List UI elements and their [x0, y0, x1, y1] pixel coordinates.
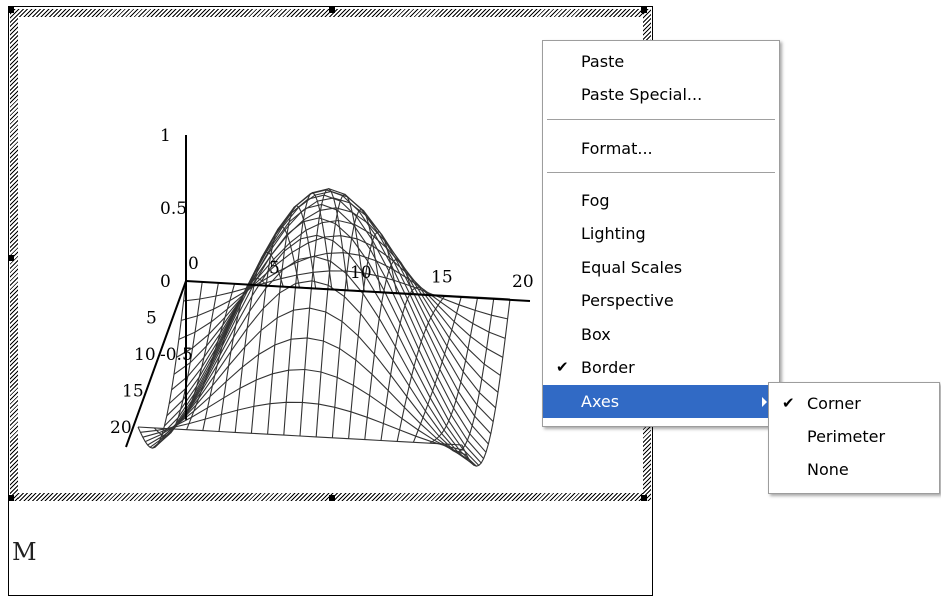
x-tick-label: 20	[512, 272, 534, 292]
checkmark-icon: ✔	[782, 394, 795, 412]
submenu-item-perimeter[interactable]: Perimeter	[769, 420, 939, 453]
mesh-line	[299, 188, 349, 437]
mesh-line	[159, 203, 485, 459]
z-tick-label: -0.5	[160, 345, 193, 365]
submenu-item-none[interactable]: None	[769, 453, 939, 486]
checkmark-icon: ✔	[556, 358, 569, 376]
resize-handle-tl[interactable]	[8, 7, 14, 13]
x-tick-label: 0	[188, 254, 199, 274]
menu-item-fog[interactable]: Fog	[543, 184, 779, 217]
x-tick-label: 5	[269, 259, 280, 279]
x-tick-label: 15	[431, 268, 453, 288]
menu-item-paste[interactable]: Paste	[543, 45, 779, 78]
menu-item-format[interactable]: Format...	[543, 132, 779, 165]
menu-item-border[interactable]: ✔ Border	[543, 351, 779, 384]
submenu-item-corner[interactable]: ✔ Corner	[769, 387, 939, 420]
y-tick-label: 10	[134, 345, 156, 365]
menu-item-paste-special[interactable]: Paste Special...	[543, 78, 779, 111]
resize-handle-br[interactable]	[641, 495, 647, 501]
resize-handle-bc[interactable]	[329, 495, 335, 501]
menu-item-box[interactable]: Box	[543, 318, 779, 351]
menu-separator	[547, 119, 775, 120]
y-tick-label: 15	[122, 382, 144, 402]
menu-separator	[547, 172, 775, 173]
context-menu[interactable]: Paste Paste Special... Format... Fog Lig…	[542, 40, 780, 427]
menu-item-lighting[interactable]: Lighting	[543, 217, 779, 250]
y-tick-label: 20	[110, 418, 132, 438]
x-tick-label: 10	[350, 263, 372, 283]
axes-submenu[interactable]: ✔ Corner Perimeter None	[768, 382, 940, 494]
resize-handle-tr[interactable]	[641, 7, 647, 13]
menu-item-axes[interactable]: Axes	[543, 385, 779, 418]
resize-handle-tc[interactable]	[329, 7, 335, 13]
menu-item-equal-scales[interactable]: Equal Scales	[543, 251, 779, 284]
region-label: M	[12, 538, 37, 566]
y-tick-label: 5	[146, 309, 157, 329]
z-tick-label: 1	[160, 126, 171, 146]
resize-handle-bl[interactable]	[8, 495, 14, 501]
submenu-arrow-icon	[762, 397, 767, 407]
menu-item-perspective[interactable]: Perspective	[543, 284, 779, 317]
z-tick-label: 0	[160, 272, 171, 292]
resize-handle-ml[interactable]	[8, 255, 14, 261]
z-tick-label: 0.5	[160, 199, 187, 219]
mesh-line	[331, 208, 381, 438]
